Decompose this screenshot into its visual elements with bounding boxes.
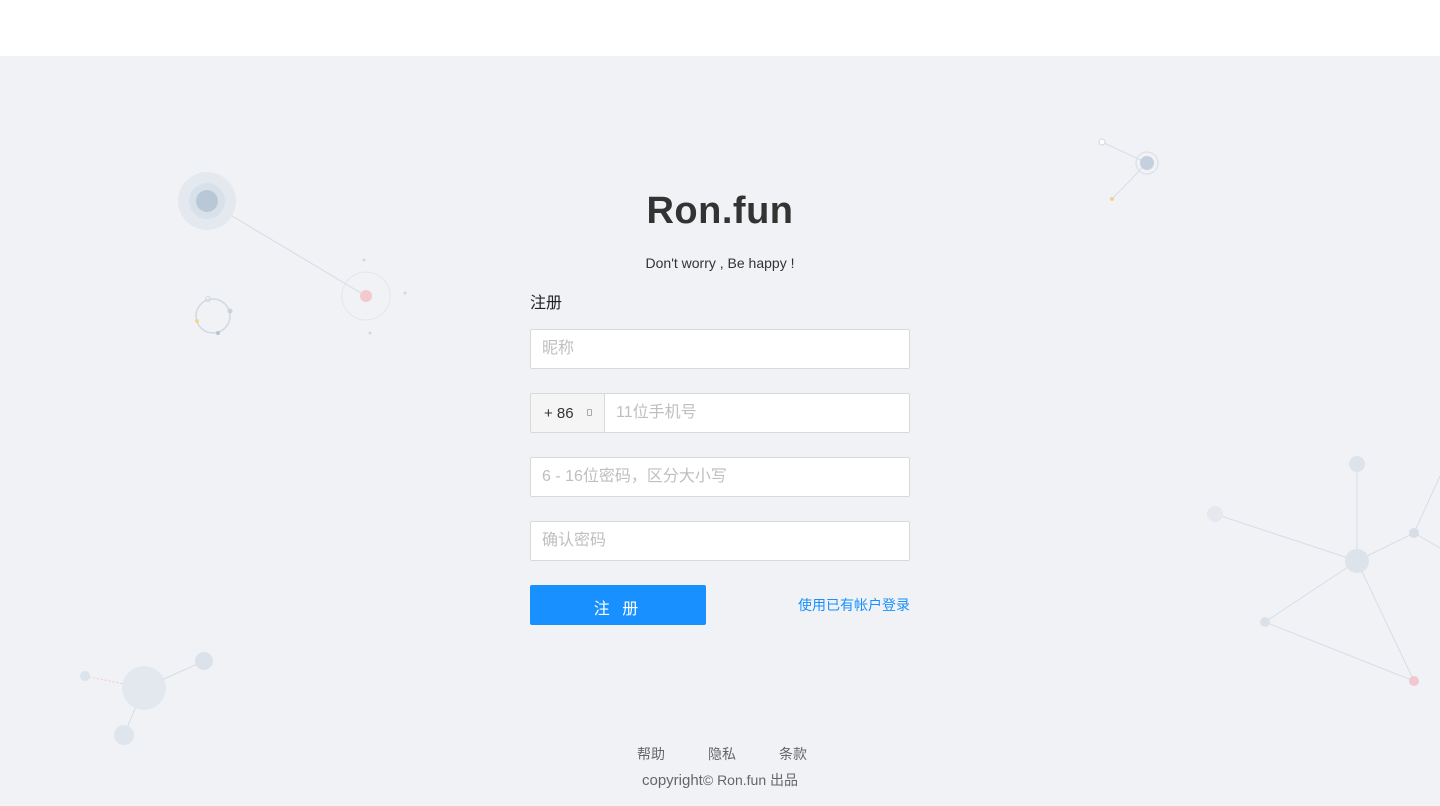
- copyright: copyright© Ron.fun 出品: [0, 770, 1440, 790]
- footer-links: 帮助 隐私 条款: [637, 744, 807, 764]
- footer-link-terms[interactable]: 条款: [779, 744, 807, 764]
- confirm-password-input[interactable]: [530, 521, 910, 561]
- register-button[interactable]: 注 册: [530, 585, 706, 625]
- copyright-prefix: copyright: [641, 772, 703, 789]
- phone-input[interactable]: [604, 393, 910, 433]
- molecule-bottom-left-decoration: [80, 652, 213, 745]
- login-with-existing-account-link[interactable]: 使用已有帐户登录: [798, 595, 910, 615]
- brand-slogan: Don't worry , Be happy !: [645, 255, 795, 271]
- small-ring-decoration: [195, 296, 233, 335]
- top-bar: [0, 0, 1440, 56]
- nickname-input[interactable]: [530, 329, 910, 369]
- brand-title: Ron.fun: [646, 190, 794, 232]
- footer-link-help[interactable]: 帮助: [637, 744, 665, 764]
- form-title: 注册: [530, 295, 563, 312]
- country-code-select[interactable]: + 86: [530, 393, 604, 433]
- register-page: Ron.fun Don't worry , Be happy ! 注册 + 86…: [0, 56, 1440, 806]
- password-input[interactable]: [530, 457, 910, 497]
- copyright-suffix: © Ron.fun 出品: [702, 772, 798, 788]
- country-code-value: + 86: [544, 404, 574, 422]
- chevron-down-icon: [587, 409, 592, 416]
- molecule-right-network-decoration: [1207, 456, 1440, 686]
- footer-link-privacy[interactable]: 隐私: [708, 744, 736, 764]
